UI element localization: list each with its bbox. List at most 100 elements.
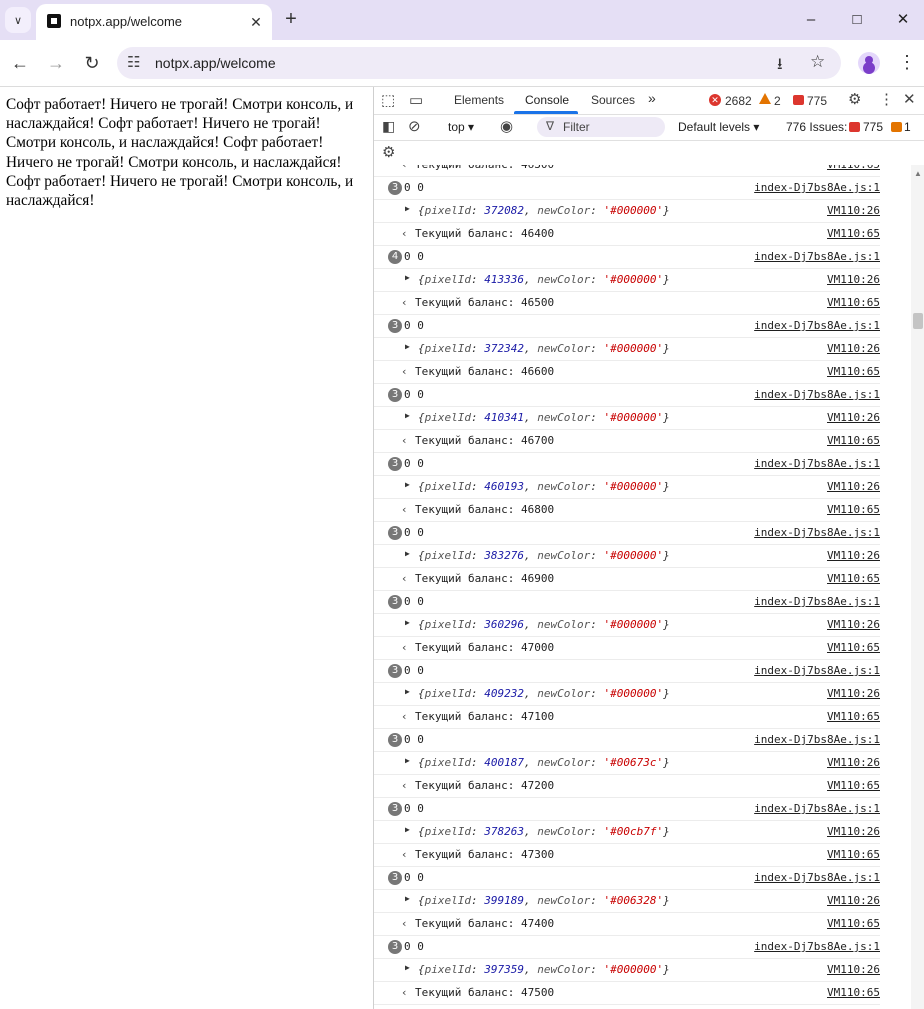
source-link[interactable]: index-Dj7bs8Ae.js:1 bbox=[754, 457, 880, 470]
browser-menu-icon[interactable]: ⋮ bbox=[898, 52, 916, 73]
tab-elements[interactable]: Elements bbox=[454, 93, 504, 107]
source-link[interactable]: VM110:26 bbox=[827, 825, 880, 838]
filter-input[interactable]: ∇ Filter bbox=[537, 117, 665, 137]
source-link[interactable]: VM110:65 bbox=[827, 986, 880, 999]
new-tab-button[interactable]: + bbox=[281, 9, 301, 29]
source-link[interactable]: index-Dj7bs8Ae.js:1 bbox=[754, 526, 880, 539]
source-link[interactable]: VM110:65 bbox=[827, 917, 880, 930]
url-text[interactable]: notpx.app/welcome bbox=[155, 55, 276, 71]
object-preview[interactable]: {pixelId: 372342, newColor: '#000000'} bbox=[418, 342, 670, 355]
issues-summary[interactable]: 776 Issues: bbox=[786, 120, 847, 134]
console-row-object[interactable]: ▶ {pixelId: 383276, newColor: '#000000'} V… bbox=[374, 545, 880, 568]
object-preview[interactable]: {pixelId: 372082, newColor: '#000000'} bbox=[418, 204, 670, 217]
source-link[interactable]: VM110:26 bbox=[827, 549, 880, 562]
source-link[interactable]: VM110:65 bbox=[827, 848, 880, 861]
site-info-icon[interactable]: ☷ bbox=[127, 53, 140, 71]
forward-button[interactable]: → bbox=[45, 52, 67, 74]
object-preview[interactable]: {pixelId: 413336, newColor: '#000000'} bbox=[418, 273, 670, 286]
source-link[interactable]: index-Dj7bs8Ae.js:1 bbox=[754, 181, 880, 194]
source-link[interactable]: index-Dj7bs8Ae.js:1 bbox=[754, 319, 880, 332]
console-settings-icon[interactable]: ⚙ bbox=[382, 143, 395, 161]
warnings-count[interactable]: 2 bbox=[774, 94, 781, 108]
console-row-object[interactable]: ▶ {pixelId: 413336, newColor: '#000000'} V… bbox=[374, 269, 880, 292]
source-link[interactable]: VM110:26 bbox=[827, 963, 880, 976]
source-link[interactable]: VM110:65 bbox=[827, 227, 880, 240]
scroll-up-arrow-icon[interactable]: ▲ bbox=[914, 169, 922, 178]
source-link[interactable]: index-Dj7bs8Ae.js:1 bbox=[754, 871, 880, 884]
log-levels-dropdown[interactable]: Default levels ▾ bbox=[678, 120, 759, 134]
source-link[interactable]: VM110:65 bbox=[827, 365, 880, 378]
browser-tab[interactable]: notpx.app/welcome ✕ bbox=[36, 4, 272, 40]
clear-console-icon[interactable]: ⊘ bbox=[408, 117, 421, 135]
tab-sources[interactable]: Sources bbox=[591, 93, 635, 107]
object-preview[interactable]: {pixelId: 397359, newColor: '#000000'} bbox=[418, 963, 670, 976]
devtools-menu-icon[interactable]: ⋮ bbox=[879, 90, 894, 108]
expand-triangle-icon[interactable]: ▶ bbox=[405, 963, 410, 972]
maximize-button[interactable]: □ bbox=[847, 10, 867, 30]
source-link[interactable]: VM110:65 bbox=[827, 641, 880, 654]
address-bar[interactable]: ☷ notpx.app/welcome ⭳ ☆ bbox=[117, 47, 841, 79]
source-link[interactable]: VM110:26 bbox=[827, 756, 880, 769]
minimize-button[interactable]: – bbox=[801, 10, 821, 30]
sidebar-toggle-icon[interactable]: ◧ bbox=[382, 118, 395, 135]
expand-triangle-icon[interactable]: ▶ bbox=[405, 342, 410, 351]
console-row-object[interactable]: ▶ {pixelId: 399189, newColor: '#006328'} V… bbox=[374, 890, 880, 913]
expand-triangle-icon[interactable]: ▶ bbox=[405, 411, 410, 420]
expand-triangle-icon[interactable]: ▶ bbox=[405, 273, 410, 282]
object-preview[interactable]: {pixelId: 460193, newColor: '#000000'} bbox=[418, 480, 670, 493]
live-expression-eye-icon[interactable]: ◉ bbox=[500, 117, 513, 135]
source-link[interactable]: index-Dj7bs8Ae.js:1 bbox=[754, 664, 880, 677]
source-link[interactable]: VM110:65 bbox=[827, 710, 880, 723]
object-preview[interactable]: {pixelId: 400187, newColor: '#00673c'} bbox=[418, 756, 670, 769]
source-link[interactable]: index-Dj7bs8Ae.js:1 bbox=[754, 940, 880, 953]
expand-triangle-icon[interactable]: ▶ bbox=[405, 480, 410, 489]
object-preview[interactable]: {pixelId: 360296, newColor: '#000000'} bbox=[418, 618, 670, 631]
source-link[interactable]: VM110:26 bbox=[827, 687, 880, 700]
expand-triangle-icon[interactable]: ▶ bbox=[405, 756, 410, 765]
window-close-button[interactable]: ✕ bbox=[893, 10, 913, 30]
scrollbar-thumb[interactable] bbox=[913, 313, 923, 329]
console-row-object[interactable]: ▶ {pixelId: 360296, newColor: '#000000'} V… bbox=[374, 614, 880, 637]
expand-triangle-icon[interactable]: ▶ bbox=[405, 894, 410, 903]
console-row-object[interactable]: ▶ {pixelId: 400187, newColor: '#00673c'} V… bbox=[374, 752, 880, 775]
source-link[interactable]: index-Dj7bs8Ae.js:1 bbox=[754, 250, 880, 263]
object-preview[interactable]: {pixelId: 410341, newColor: '#000000'} bbox=[418, 411, 670, 424]
source-link[interactable]: VM110:65 bbox=[827, 165, 880, 171]
back-button[interactable]: ← bbox=[9, 52, 31, 74]
source-link[interactable]: VM110:26 bbox=[827, 480, 880, 493]
bookmark-star-icon[interactable]: ☆ bbox=[810, 52, 825, 72]
source-link[interactable]: VM110:26 bbox=[827, 204, 880, 217]
source-link[interactable]: VM110:65 bbox=[827, 434, 880, 447]
source-link[interactable]: VM110:65 bbox=[827, 296, 880, 309]
settings-gear-icon[interactable]: ⚙ bbox=[848, 90, 861, 108]
console-row-object[interactable]: ▶ {pixelId: 372342, newColor: '#000000'} V… bbox=[374, 338, 880, 361]
object-preview[interactable]: {pixelId: 399189, newColor: '#006328'} bbox=[418, 894, 670, 907]
console-row-object[interactable]: ▶ {pixelId: 409232, newColor: '#000000'} V… bbox=[374, 683, 880, 706]
source-link[interactable]: VM110:26 bbox=[827, 273, 880, 286]
reload-button[interactable]: ↻ bbox=[81, 52, 103, 74]
context-selector[interactable]: top ▾ bbox=[448, 120, 474, 134]
tab-console[interactable]: Console bbox=[525, 93, 569, 107]
source-link[interactable]: index-Dj7bs8Ae.js:1 bbox=[754, 733, 880, 746]
console-row-object[interactable]: ▶ {pixelId: 378263, newColor: '#00cb7f'} V… bbox=[374, 821, 880, 844]
object-preview[interactable]: {pixelId: 383276, newColor: '#000000'} bbox=[418, 549, 670, 562]
device-toolbar-icon[interactable]: ▭ bbox=[409, 91, 423, 109]
more-tabs-icon[interactable]: » bbox=[648, 90, 656, 106]
expand-triangle-icon[interactable]: ▶ bbox=[405, 549, 410, 558]
expand-triangle-icon[interactable]: ▶ bbox=[405, 825, 410, 834]
expand-triangle-icon[interactable]: ▶ bbox=[405, 204, 410, 213]
source-link[interactable]: VM110:26 bbox=[827, 894, 880, 907]
source-link[interactable]: index-Dj7bs8Ae.js:1 bbox=[754, 388, 880, 401]
expand-triangle-icon[interactable]: ▶ bbox=[405, 618, 410, 627]
source-link[interactable]: index-Dj7bs8Ae.js:1 bbox=[754, 595, 880, 608]
console-scrollbar[interactable]: ▲ bbox=[911, 165, 924, 1009]
tab-search-button[interactable]: ∨ bbox=[5, 7, 31, 33]
tab-close-icon[interactable]: ✕ bbox=[246, 12, 266, 32]
source-link[interactable]: VM110:26 bbox=[827, 342, 880, 355]
object-preview[interactable]: {pixelId: 378263, newColor: '#00cb7f'} bbox=[418, 825, 670, 838]
console-row-object[interactable]: ▶ {pixelId: 460193, newColor: '#000000'} V… bbox=[374, 476, 880, 499]
inspect-element-icon[interactable]: ⬚ bbox=[381, 91, 395, 109]
issues-count[interactable]: 775 bbox=[807, 94, 827, 108]
source-link[interactable]: VM110:65 bbox=[827, 572, 880, 585]
source-link[interactable]: index-Dj7bs8Ae.js:1 bbox=[754, 802, 880, 815]
